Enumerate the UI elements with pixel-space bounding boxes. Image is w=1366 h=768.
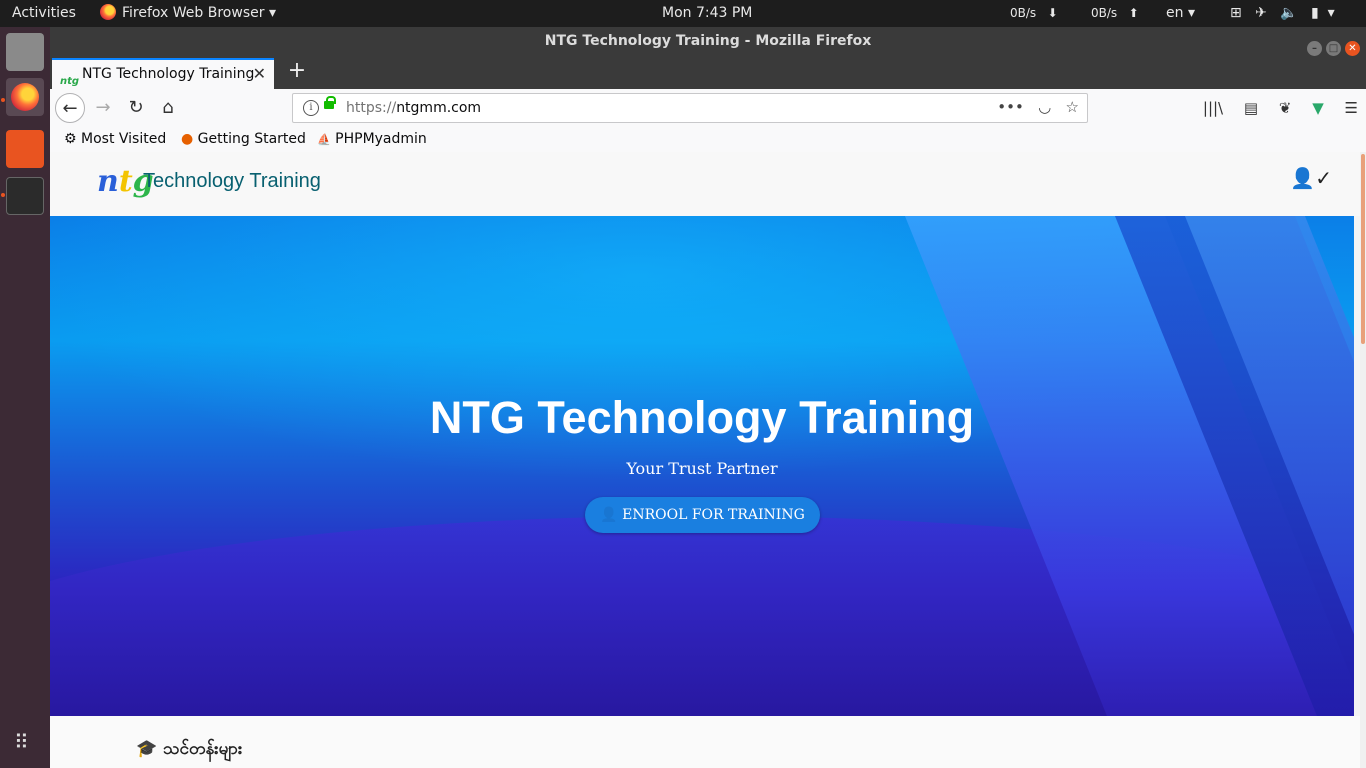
navigation-toolbar: ← → ↻ ⌂ i https://ntgmm.com ••• ◡ ☆ |||\… — [50, 89, 1366, 127]
volume-icon: 🔈 — [1280, 5, 1298, 21]
arrow-right-icon: → — [95, 97, 111, 118]
battery-icon: ▮ — [1310, 5, 1319, 21]
gnome-extension-icon[interactable]: ❦ — [1279, 99, 1292, 117]
url-text[interactable]: https://ntgmm.com — [346, 94, 481, 122]
enrol-button[interactable]: 👤 ENROOL FOR TRAINING — [585, 497, 820, 533]
minimize-button[interactable]: – — [1307, 41, 1322, 56]
library-icon[interactable]: |||\ — [1203, 99, 1223, 117]
airplane-icon: ✈ — [1255, 5, 1267, 21]
lock-icon[interactable] — [324, 96, 336, 109]
pocket-icon[interactable]: ◡ — [1038, 98, 1051, 116]
courses-heading-label: သင်တန်းများ — [163, 739, 243, 759]
tab-ntg[interactable]: ntg NTG Technology Training ✕ — [52, 58, 274, 89]
net-down-speed: 0B/s ⬇ — [1010, 0, 1058, 27]
bookmark-star-icon[interactable]: ☆ — [1066, 98, 1079, 116]
language-label: en — [1166, 5, 1184, 21]
app-menu[interactable]: Firefox Web Browser ▾ — [100, 0, 276, 27]
phpmyadmin-icon: ⛵ — [317, 133, 331, 146]
page-scrollbar[interactable] — [1360, 152, 1366, 768]
running-indicator — [1, 98, 5, 102]
url-actions: ••• ◡ ☆ — [997, 94, 1079, 120]
site-brand[interactable]: Technology Training — [143, 170, 321, 193]
tab-strip: ntg NTG Technology Training ✕ + — [50, 56, 1366, 89]
enrol-button-label: ENROOL FOR TRAINING — [622, 507, 805, 523]
net-up-speed: 0B/s ⬆ — [1091, 0, 1139, 27]
running-indicator — [1, 193, 5, 197]
tab-close-button[interactable]: ✕ — [253, 60, 266, 88]
arrow-up-icon: ⬆ — [1128, 6, 1139, 20]
arrow-down-icon: ⬇ — [1047, 6, 1058, 20]
home-icon: ⌂ — [162, 97, 174, 118]
hero-subtitle: Your Trust Partner — [626, 459, 778, 478]
net-up-label: 0B/s — [1091, 6, 1118, 20]
sidebar-icon[interactable]: ▤ — [1244, 99, 1258, 117]
bookmarks-toolbar: ⚙ Most Visited ● Getting Started ⛵ PHPMy… — [50, 127, 1366, 153]
clock[interactable]: Mon 7:43 PM — [662, 0, 752, 27]
chevron-down-icon: ▾ — [268, 5, 276, 21]
bookmark-label: Most Visited — [81, 131, 167, 147]
dock: ⠿ — [0, 27, 50, 768]
url-scheme: https:// — [346, 100, 397, 116]
courses-section: 🎓 သင်တန်းများ — [50, 716, 1360, 768]
firefox-icon: ● — [181, 131, 194, 147]
terminal-app-icon[interactable] — [6, 177, 44, 215]
gear-icon: ⚙ — [64, 131, 77, 147]
show-apps-icon[interactable]: ⠿ — [14, 732, 29, 752]
site-header: ntg Technology Training 👤✓ — [50, 152, 1360, 216]
firefox-app-icon[interactable] — [6, 78, 44, 116]
hero-title: NTG Technology Training — [429, 392, 975, 443]
files-app-icon[interactable] — [6, 33, 44, 71]
url-bar[interactable]: i https://ntgmm.com ••• ◡ ☆ — [292, 93, 1088, 123]
maximize-button[interactable]: □ — [1326, 41, 1341, 56]
user-check-icon: 👤 — [600, 507, 618, 523]
firefox-icon — [100, 4, 116, 20]
user-check-icon[interactable]: 👤✓ — [1290, 166, 1332, 190]
bookmark-getting-started[interactable]: ● Getting Started — [181, 127, 306, 151]
network-icon: ⊞ — [1230, 5, 1242, 21]
courses-heading: 🎓 သင်တန်းများ — [136, 738, 242, 763]
system-tray[interactable]: ⊞ ✈ 🔈 ▮ ▾ — [1230, 0, 1335, 27]
net-down-label: 0B/s — [1010, 6, 1037, 20]
graduation-cap-icon: 🎓 — [136, 739, 158, 759]
window-title: NTG Technology Training - Mozilla Firefo… — [544, 33, 872, 49]
vue-devtools-icon[interactable]: ▼ — [1312, 99, 1324, 117]
bookmark-label: Getting Started — [197, 131, 306, 147]
new-tab-button[interactable]: + — [282, 56, 312, 89]
menu-icon[interactable]: ☰ — [1345, 99, 1358, 117]
window-title-bar: NTG Technology Training - Mozilla Firefo… — [50, 27, 1366, 56]
app-menu-label: Firefox Web Browser — [122, 5, 265, 21]
close-button[interactable]: ✕ — [1345, 41, 1360, 56]
web-page: ntg Technology Training 👤✓ NTG Technolog… — [50, 152, 1366, 768]
chevron-down-icon: ▾ — [1187, 5, 1195, 21]
toolbar-right: |||\ ▤ ❦ ▼ ☰ — [1187, 93, 1358, 123]
hero-banner: NTG Technology Training Your Trust Partn… — [50, 216, 1354, 716]
bookmark-most-visited[interactable]: ⚙ Most Visited — [64, 127, 166, 151]
reload-icon: ↻ — [128, 97, 144, 118]
system-top-bar: Activities Firefox Web Browser ▾ Mon 7:4… — [0, 0, 1366, 27]
activities-button[interactable]: Activities — [12, 0, 76, 27]
forward-button[interactable]: → — [88, 93, 118, 123]
tab-title: NTG Technology Training — [82, 66, 255, 82]
home-button[interactable]: ⌂ — [153, 93, 183, 123]
scrollbar-thumb[interactable] — [1361, 154, 1365, 344]
reload-button[interactable]: ↻ — [121, 93, 151, 123]
language-menu[interactable]: en ▾ — [1166, 0, 1195, 27]
url-host: ntgmm.com — [396, 100, 482, 116]
chevron-down-icon: ▾ — [1327, 5, 1335, 21]
info-icon[interactable]: i — [303, 100, 319, 116]
bookmark-label: PHPMyadmin — [335, 131, 427, 147]
page-actions-button[interactable]: ••• — [997, 98, 1024, 116]
software-center-icon[interactable] — [6, 130, 44, 168]
back-button[interactable]: ← — [55, 93, 85, 123]
arrow-left-icon: ← — [62, 98, 78, 119]
bookmark-phpmyadmin[interactable]: ⛵ PHPMyadmin — [317, 127, 427, 152]
